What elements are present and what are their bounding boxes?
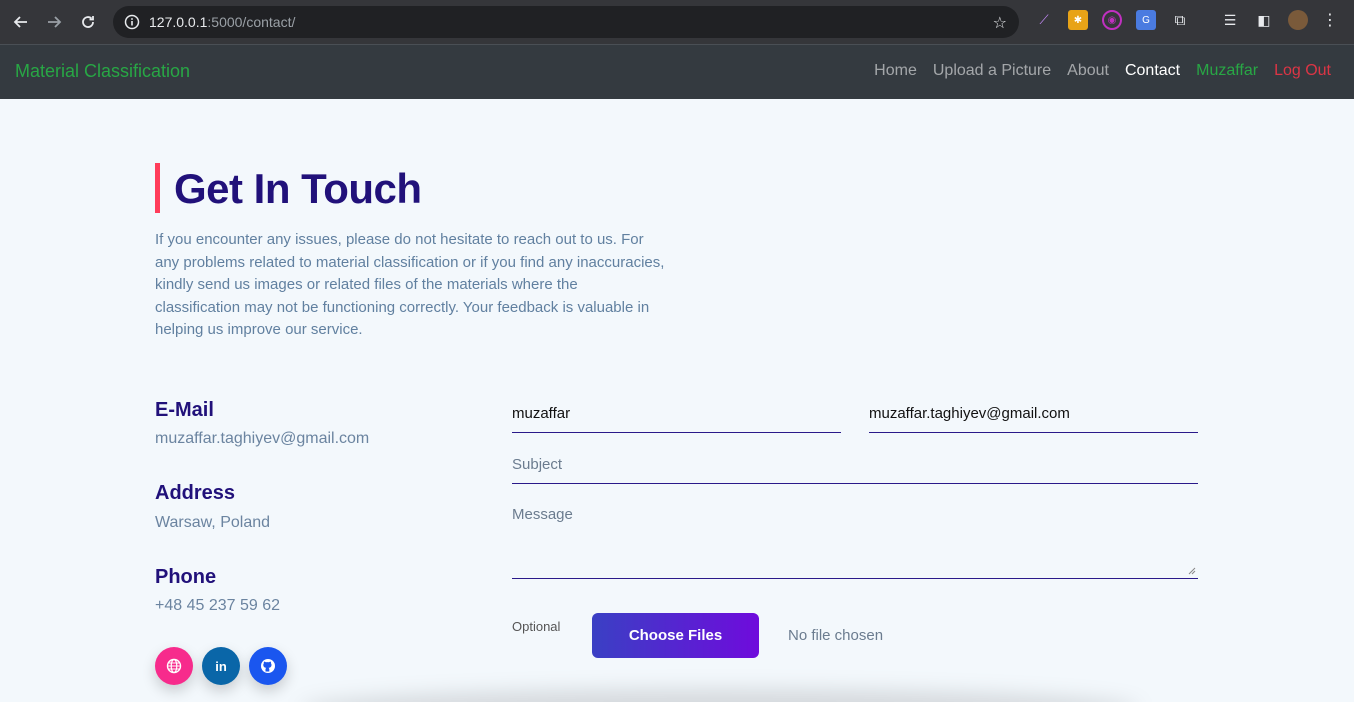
page-title: Get In Touch xyxy=(174,165,422,212)
resize-handle-icon[interactable] xyxy=(1188,567,1196,575)
intro-text: If you encounter any issues, please do n… xyxy=(155,231,665,338)
address-bar[interactable]: 127.0.0.1:5000/contact/ ☆ xyxy=(113,6,1019,38)
subject-placeholder: Subject xyxy=(512,456,563,473)
email-field[interactable]: muzaffar.taghiyev@gmail.com xyxy=(869,405,1198,433)
navbar-brand[interactable]: Material Classification xyxy=(15,61,190,82)
nav-link-upload[interactable]: Upload a Picture xyxy=(933,62,1051,80)
reload-icon xyxy=(82,16,94,28)
reload-button[interactable] xyxy=(71,5,105,39)
title-accent-bar xyxy=(155,163,160,213)
nav-link-contact[interactable]: Contact xyxy=(1125,62,1180,80)
extension-circle-icon[interactable]: ◉ xyxy=(1102,10,1122,30)
extension-feather-icon[interactable]: ⟋ xyxy=(1034,10,1054,30)
address-heading: Address xyxy=(155,482,236,504)
globe-icon xyxy=(166,658,182,674)
email-value: muzaffar.taghiyev@gmail.com xyxy=(155,430,370,447)
arrow-left-icon xyxy=(13,16,27,28)
navbar-menu: Home Upload a Picture About Contact Muza… xyxy=(874,62,1331,80)
url-host: 127.0.0.1 xyxy=(149,14,208,30)
forward-button[interactable] xyxy=(37,5,71,39)
address-value: Warsaw, Poland xyxy=(155,514,271,531)
nav-link-home[interactable]: Home xyxy=(874,62,917,80)
choose-files-button[interactable]: Choose Files xyxy=(592,613,759,658)
message-placeholder: Message xyxy=(512,506,573,523)
contact-page: Get In Touch If you encounter any issues… xyxy=(0,99,1354,702)
profile-avatar[interactable] xyxy=(1288,10,1308,30)
phone-value: +48 45 237 59 62 xyxy=(155,597,281,614)
website-link[interactable] xyxy=(155,647,193,685)
phone-heading: Phone xyxy=(155,566,217,588)
file-status-text: No file chosen xyxy=(788,627,884,644)
github-link[interactable] xyxy=(249,647,287,685)
linkedin-icon: in xyxy=(215,658,227,674)
email-heading: E-Mail xyxy=(155,399,214,421)
url-path: :5000/contact/ xyxy=(207,14,296,30)
media-control-icon[interactable]: ☰ xyxy=(1220,10,1240,30)
name-field-value: muzaffar xyxy=(512,405,571,422)
browser-toolbar: 127.0.0.1:5000/contact/ ☆ ⟋ ✱ ◉ G ⧉ ☰ ◧ … xyxy=(0,0,1354,44)
extension-translate-icon[interactable]: G xyxy=(1136,10,1156,30)
nav-link-about[interactable]: About xyxy=(1067,62,1109,80)
back-button[interactable] xyxy=(4,5,38,39)
message-textarea[interactable]: Message xyxy=(512,506,1198,579)
extensions-puzzle-icon[interactable]: ⧉ xyxy=(1170,10,1190,30)
app-navbar: Material Classification Home Upload a Pi… xyxy=(0,44,1354,99)
arrow-right-icon xyxy=(48,16,62,28)
url-text: 127.0.0.1:5000/contact/ xyxy=(149,14,295,30)
browser-menu-icon[interactable]: ⋮ xyxy=(1320,10,1340,30)
name-field[interactable]: muzaffar xyxy=(512,405,841,433)
site-info-icon[interactable] xyxy=(123,13,141,31)
nav-link-user[interactable]: Muzaffar xyxy=(1196,62,1258,80)
optional-label: Optional xyxy=(512,619,561,634)
subject-field[interactable]: Subject xyxy=(512,456,1198,484)
card-shadow xyxy=(300,689,1140,702)
email-field-value: muzaffar.taghiyev@gmail.com xyxy=(869,405,1070,422)
bookmark-star-icon[interactable]: ☆ xyxy=(993,13,1007,33)
linkedin-link[interactable]: in xyxy=(202,647,240,685)
side-panel-icon[interactable]: ◧ xyxy=(1254,10,1274,30)
nav-link-logout[interactable]: Log Out xyxy=(1274,62,1331,80)
extension-colorful-icon[interactable]: ✱ xyxy=(1068,10,1088,30)
github-icon xyxy=(261,659,275,673)
